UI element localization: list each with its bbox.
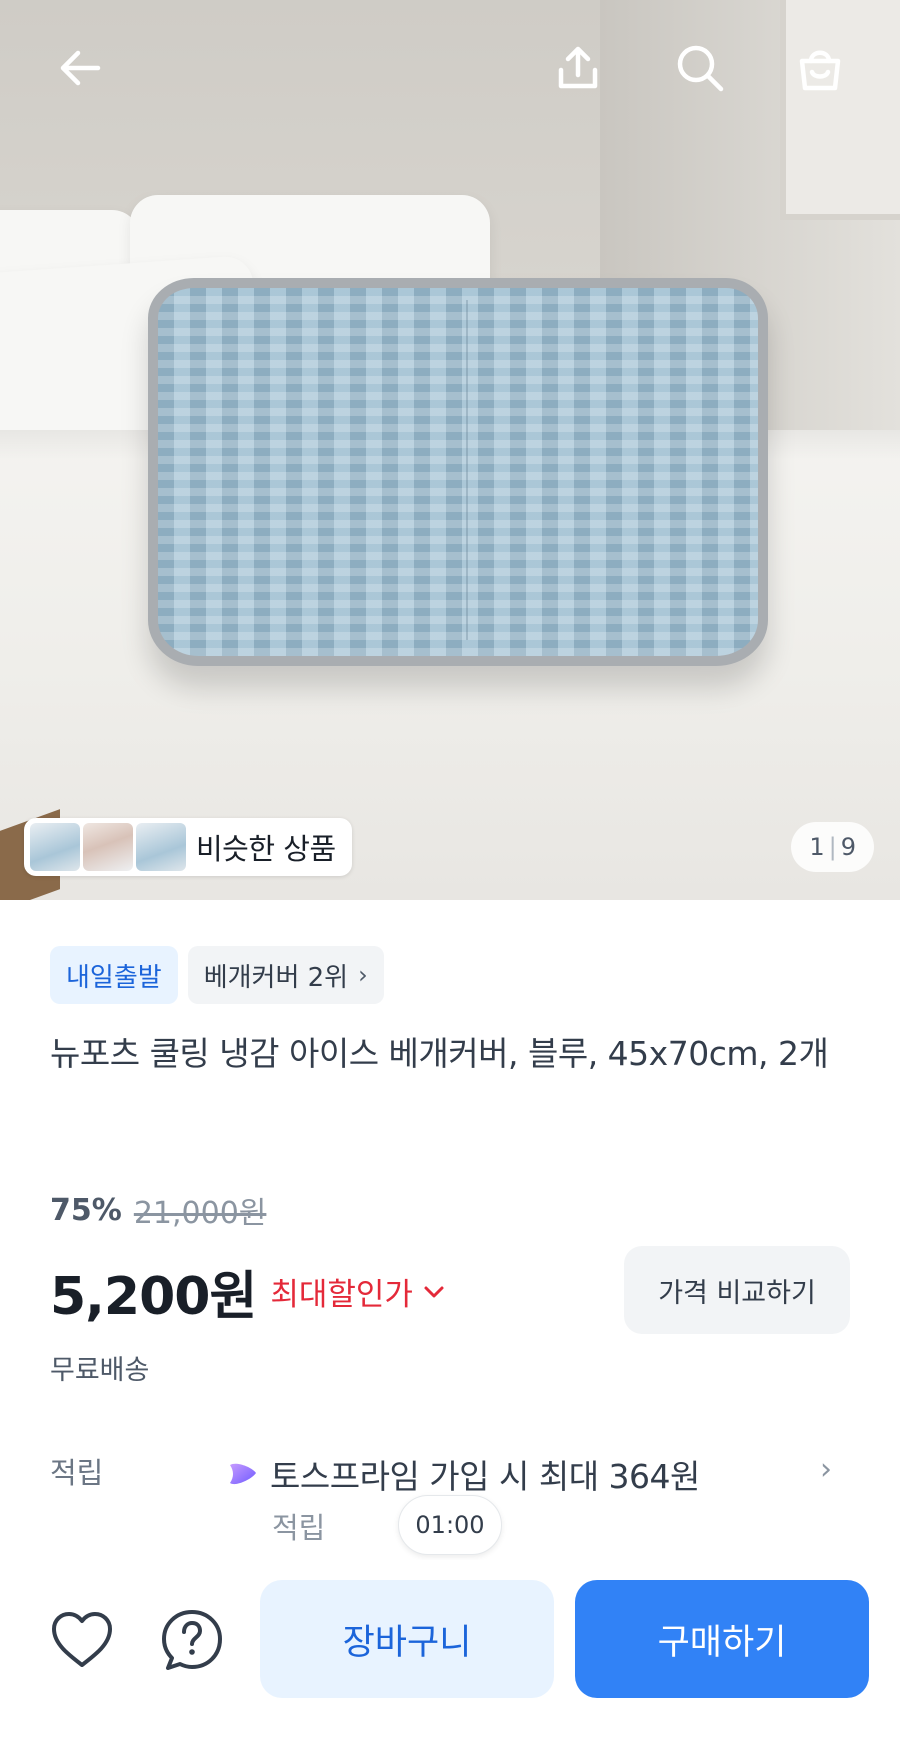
- product-image-gallery[interactable]: [0, 0, 900, 900]
- arrow-left-icon: [60, 50, 101, 86]
- toss-prime-icon: [230, 1463, 256, 1485]
- points-promo-text-cont: 적립: [272, 1511, 326, 1545]
- original-price: 21,000원: [133, 1196, 267, 1231]
- share-icon: [558, 46, 598, 89]
- ranking-tag[interactable]: 베개커버 2위 ›: [187, 946, 384, 1004]
- delivery-badge: 내일출발: [50, 946, 178, 1004]
- max-discount-toggle[interactable]: 최대할인가: [270, 1269, 445, 1314]
- buy-now-button[interactable]: 구매하기: [575, 1580, 869, 1698]
- shipping-info: 무료배송: [50, 1355, 150, 1386]
- window-background: [780, 0, 900, 220]
- search-icon: [677, 45, 724, 92]
- max-discount-label: 최대할인가: [270, 1277, 413, 1313]
- product-tags: 내일출발 베개커버 2위 ›: [50, 946, 384, 1004]
- heart-icon: [52, 1612, 112, 1667]
- price-compare-button[interactable]: 가격 비교하기: [624, 1246, 850, 1334]
- product-title: 뉴포츠 쿨링 냉감 아이스 베개커버, 블루, 45x70cm, 2개: [50, 1034, 829, 1073]
- search-button[interactable]: [670, 38, 730, 98]
- chevron-down-icon: [424, 1286, 444, 1297]
- chevron-right-icon[interactable]: ›: [820, 1452, 832, 1487]
- price-row: 5,200원 최대할인가: [50, 1254, 445, 1329]
- page-separator: |: [828, 833, 837, 861]
- back-button[interactable]: [50, 38, 110, 98]
- similar-products-button[interactable]: 비슷한 상품: [24, 818, 352, 876]
- ranking-label: 베개커버 2위: [203, 962, 349, 993]
- points-promo[interactable]: 토스프라임 가입 시 최대 364원: [226, 1450, 700, 1498]
- image-page-counter: 1 | 9: [791, 822, 874, 872]
- similar-products-label: 비슷한 상품: [196, 832, 336, 866]
- like-button[interactable]: [48, 1606, 116, 1674]
- similar-thumbnail: [83, 823, 133, 871]
- similar-thumbnail: [136, 823, 186, 871]
- product-inquiry-button[interactable]: [158, 1606, 226, 1674]
- page-current: 1: [809, 833, 825, 861]
- chevron-right-icon: ›: [358, 961, 368, 989]
- product-pillow: [148, 278, 768, 666]
- pillow-seam: [466, 300, 468, 640]
- shopping-bag-icon: [799, 50, 841, 91]
- question-bubble-icon: [162, 1610, 222, 1670]
- discount-row: 75% 21,000원: [50, 1188, 266, 1232]
- cart-button[interactable]: [790, 38, 850, 98]
- share-button[interactable]: [548, 38, 608, 98]
- points-label: 적립: [50, 1456, 104, 1490]
- sale-price: 5,200원: [50, 1267, 257, 1327]
- similar-thumbnail: [30, 823, 80, 871]
- add-to-cart-button[interactable]: 장바구니: [260, 1580, 554, 1698]
- points-promo-text: 토스프라임 가입 시 최대 364원: [270, 1457, 700, 1496]
- countdown-timer: 01:00: [398, 1495, 502, 1555]
- similar-thumbnails: [30, 823, 186, 871]
- discount-rate: 75%: [50, 1192, 122, 1228]
- page-total: 9: [840, 833, 856, 861]
